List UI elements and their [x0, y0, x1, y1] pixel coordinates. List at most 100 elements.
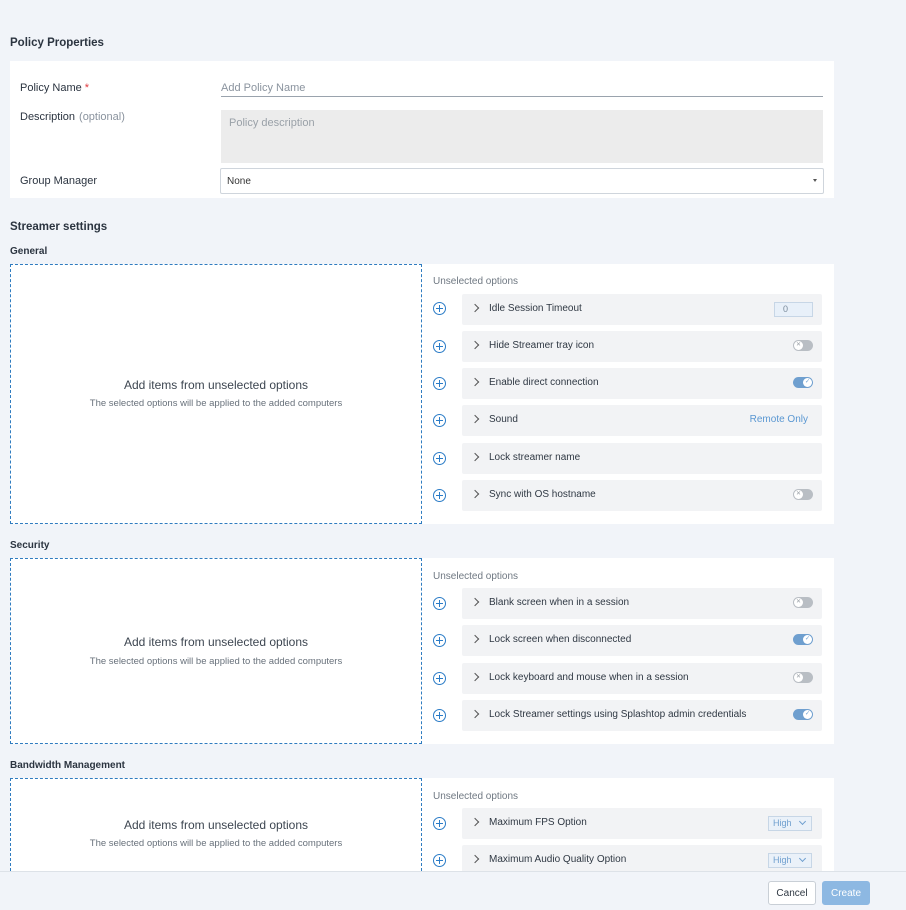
chevron-right-icon — [470, 854, 480, 864]
option-label: Lock screen when disconnected — [489, 634, 632, 645]
bandwidth-unselected-label: Unselected options — [433, 791, 519, 802]
toggle-on-icon: ✓ — [803, 378, 812, 387]
option-lock-streamer-name[interactable]: Lock streamer name — [462, 443, 822, 474]
option-label: Maximum FPS Option — [489, 817, 587, 828]
audio-quality-select[interactable]: High — [768, 853, 812, 868]
option-sync-with-os-hostname[interactable]: Sync with OS hostname ✕ — [462, 480, 822, 511]
sound-value-link[interactable]: Remote Only — [750, 414, 808, 425]
toggle-off-icon: ✕ — [794, 490, 803, 499]
toggle-off-icon: ✕ — [794, 673, 803, 682]
toggle-switch[interactable]: ✕ — [793, 597, 813, 608]
chevron-right-icon — [470, 709, 480, 719]
chevron-down-icon — [798, 854, 807, 863]
create-button[interactable]: Create — [822, 881, 870, 905]
fps-select[interactable]: High — [768, 816, 812, 831]
group-manager-value: None — [227, 175, 251, 187]
option-blank-screen[interactable]: Blank screen when in a session ✕ — [462, 588, 822, 619]
option-label: Hide Streamer tray icon — [489, 340, 595, 351]
chevron-right-icon — [470, 452, 480, 462]
policy-properties-panel: Policy Name* Description(optional) Group… — [10, 61, 834, 198]
general-dropzone[interactable]: Add items from unselected options The se… — [10, 264, 422, 524]
toggle-switch[interactable]: ✕ — [793, 489, 813, 500]
general-title: General — [10, 246, 48, 257]
toggle-off-icon: ✕ — [794, 598, 803, 607]
policy-name-input[interactable] — [221, 79, 823, 97]
add-option-icon[interactable] — [433, 817, 446, 830]
add-option-icon[interactable] — [433, 709, 446, 722]
fps-select-value: High — [773, 818, 792, 828]
optional-hint: (optional) — [79, 111, 125, 123]
streamer-settings-title: Streamer settings — [10, 221, 108, 233]
option-label: Lock Streamer settings using Splashtop a… — [489, 709, 747, 720]
bandwidth-dropzone[interactable]: Add items from unselected options The se… — [10, 778, 422, 871]
chevron-down-icon — [798, 817, 807, 826]
toggle-switch[interactable]: ✓ — [793, 377, 813, 388]
toggle-switch[interactable]: ✕ — [793, 340, 813, 351]
description-textarea[interactable] — [221, 110, 823, 163]
add-option-icon[interactable] — [433, 672, 446, 685]
required-marker: * — [84, 82, 90, 94]
chevron-right-icon — [470, 817, 480, 827]
policy-name-label: Policy Name * — [20, 82, 90, 94]
add-option-icon[interactable] — [433, 597, 446, 610]
option-hide-streamer-tray-icon[interactable]: Hide Streamer tray icon ✕ — [462, 331, 822, 362]
caret-down-icon — [813, 179, 817, 182]
footer-bar: Cancel Create — [0, 871, 906, 910]
toggle-on-icon: ✓ — [803, 635, 812, 644]
option-max-fps[interactable]: Maximum FPS Option High — [462, 808, 822, 839]
idle-timeout-input[interactable]: 0 — [774, 302, 813, 317]
chevron-right-icon — [470, 303, 480, 313]
dropzone-title: Add items from unselected options — [123, 378, 309, 392]
group-manager-select[interactable]: None — [220, 168, 824, 194]
option-label: Lock streamer name — [489, 452, 581, 463]
add-option-icon[interactable] — [433, 377, 446, 390]
option-idle-session-timeout[interactable]: Idle Session Timeout 0 — [462, 294, 822, 325]
option-label: Blank screen when in a session — [489, 597, 630, 608]
chevron-right-icon — [470, 634, 480, 644]
dropzone-subtitle: The selected options will be applied to … — [89, 656, 343, 667]
option-label: Sound — [489, 414, 518, 425]
add-option-icon[interactable] — [433, 414, 446, 427]
chevron-right-icon — [470, 340, 480, 350]
option-lock-streamer-settings[interactable]: Lock Streamer settings using Splashtop a… — [462, 700, 822, 731]
toggle-switch[interactable]: ✓ — [793, 634, 813, 645]
chevron-right-icon — [470, 597, 480, 607]
chevron-right-icon — [470, 414, 480, 424]
option-enable-direct-connection[interactable]: Enable direct connection ✓ — [462, 368, 822, 399]
policy-properties-title: Policy Properties — [10, 37, 104, 49]
option-lock-screen-disconnected[interactable]: Lock screen when disconnected ✓ — [462, 625, 822, 656]
bandwidth-title: Bandwidth Management — [10, 760, 126, 771]
add-option-icon[interactable] — [433, 302, 446, 315]
option-label: Sync with OS hostname — [489, 489, 596, 500]
security-title: Security — [10, 540, 50, 551]
toggle-switch[interactable]: ✕ — [793, 672, 813, 683]
toggle-on-icon: ✓ — [803, 710, 812, 719]
option-sound[interactable]: Sound Remote Only — [462, 405, 822, 436]
add-option-icon[interactable] — [433, 340, 446, 353]
cancel-button[interactable]: Cancel — [768, 881, 816, 905]
add-option-icon[interactable] — [433, 489, 446, 502]
option-lock-keyboard-mouse[interactable]: Lock keyboard and mouse when in a sessio… — [462, 663, 822, 694]
dropzone-title: Add items from unselected options — [123, 818, 309, 832]
add-option-icon[interactable] — [433, 452, 446, 465]
chevron-right-icon — [470, 672, 480, 682]
dropzone-title: Add items from unselected options — [123, 635, 309, 649]
option-label: Enable direct connection — [489, 377, 599, 388]
chevron-right-icon — [470, 489, 480, 499]
security-unselected-label: Unselected options — [433, 571, 519, 582]
dropzone-subtitle: The selected options will be applied to … — [89, 838, 343, 849]
security-dropzone[interactable]: Add items from unselected options The se… — [10, 558, 422, 744]
toggle-switch[interactable]: ✓ — [793, 709, 813, 720]
toggle-off-icon: ✕ — [794, 341, 803, 350]
chevron-right-icon — [470, 377, 480, 387]
option-label: Idle Session Timeout — [489, 303, 582, 314]
option-label: Maximum Audio Quality Option — [489, 854, 627, 865]
add-option-icon[interactable] — [433, 854, 446, 867]
group-manager-label: Group Manager — [20, 175, 98, 187]
add-option-icon[interactable] — [433, 634, 446, 647]
dropzone-subtitle: The selected options will be applied to … — [89, 398, 343, 409]
general-unselected-label: Unselected options — [433, 276, 519, 287]
option-label: Lock keyboard and mouse when in a sessio… — [489, 672, 689, 683]
description-label: Description (optional) — [20, 111, 125, 123]
audio-quality-select-value: High — [773, 855, 792, 865]
